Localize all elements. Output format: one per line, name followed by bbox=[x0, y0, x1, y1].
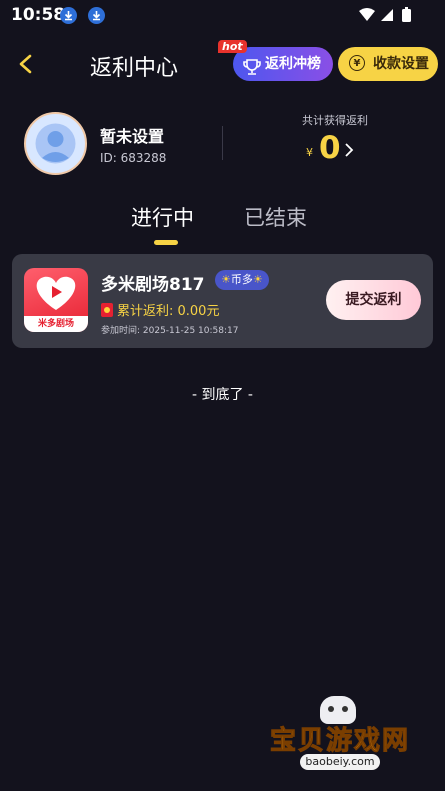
currency-symbol: ¥ bbox=[306, 146, 313, 159]
status-bar: 10:58 bbox=[0, 0, 445, 30]
sun-icon: ☀ bbox=[252, 273, 263, 286]
rank-button-label: 返利冲榜 bbox=[265, 56, 321, 72]
end-of-list: - 到底了 - bbox=[191, 387, 253, 403]
accumulated-rebate: 累计返利: 0.00元 bbox=[101, 300, 219, 319]
chevron-right-icon bbox=[344, 142, 354, 162]
user-id: ID: 683288 bbox=[100, 151, 167, 165]
total-rebate-value: 0 bbox=[319, 130, 341, 166]
tab-indicator bbox=[154, 240, 178, 245]
payment-settings-button[interactable]: ¥ 收款设置 bbox=[338, 47, 438, 81]
header: 返利中心 返利冲榜 hot ¥ 收款设置 bbox=[0, 38, 445, 92]
total-rebate-label: 共计获得返利 bbox=[302, 114, 368, 127]
signal-icon bbox=[381, 9, 393, 21]
app-logo-text: 米多剧场 bbox=[24, 316, 88, 332]
sun-icon: ☀ bbox=[221, 273, 231, 286]
app-name: 多米剧场817 bbox=[101, 275, 205, 295]
back-arrow-icon[interactable] bbox=[16, 52, 36, 80]
rank-button[interactable]: 返利冲榜 bbox=[233, 47, 333, 81]
battery-icon bbox=[402, 9, 411, 22]
username: 暂未设置 bbox=[100, 127, 165, 146]
tab-ongoing[interactable]: 进行中 bbox=[131, 202, 194, 232]
app-logo: 米多剧场 bbox=[24, 268, 88, 332]
trophy-icon bbox=[243, 55, 261, 89]
tab-ended[interactable]: 已结束 bbox=[244, 202, 307, 232]
status-time: 10:58 bbox=[11, 5, 66, 25]
watermark-text: 宝贝游戏网 bbox=[270, 726, 411, 757]
hot-badge: hot bbox=[218, 40, 247, 53]
wifi-icon bbox=[359, 8, 375, 21]
avatar[interactable] bbox=[24, 112, 87, 175]
submit-rebate-button[interactable]: 提交返利 bbox=[326, 280, 421, 320]
coin-badge: ☀币多☀ bbox=[215, 270, 269, 290]
download-icon bbox=[88, 7, 105, 24]
rebate-card[interactable]: 米多剧场 多米剧场817 ☀币多☀ 累计返利: 0.00元 参加时间: 2025… bbox=[12, 254, 433, 348]
download-icon bbox=[60, 7, 77, 24]
red-envelope-icon bbox=[101, 303, 113, 317]
watermark-logo: 宝贝游戏网 baobeiy.com bbox=[270, 696, 420, 786]
yen-icon: ¥ bbox=[349, 55, 365, 71]
divider bbox=[222, 126, 223, 160]
page-title: 返利中心 bbox=[90, 56, 179, 81]
join-time: 参加时间: 2025-11-25 10:58:17 bbox=[101, 326, 239, 336]
system-icons bbox=[357, 6, 417, 28]
watermark-url: baobeiy.com bbox=[300, 754, 380, 770]
payment-settings-label: 收款设置 bbox=[373, 56, 429, 72]
